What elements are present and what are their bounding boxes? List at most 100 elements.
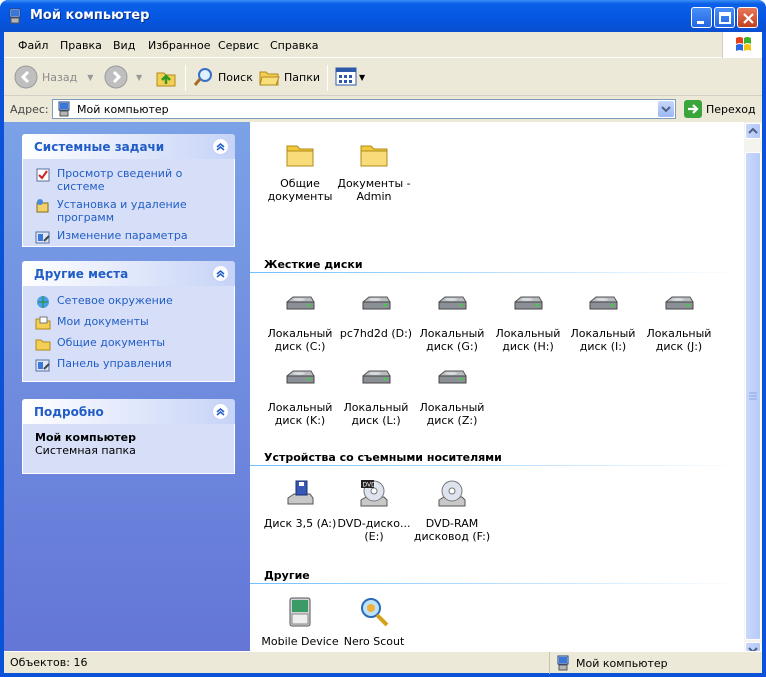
folder-icon (35, 339, 51, 351)
view-system-info-link[interactable]: Просмотр сведений о системе (35, 167, 224, 193)
hard-drive-item[interactable]: Локальный диск (J:) (639, 288, 719, 353)
other-places-header[interactable]: Другие места (22, 261, 235, 286)
hard-drive-item[interactable]: Локальный диск (I:) (563, 288, 643, 353)
system-tasks-panel: Системные задачи Просмотр сведений о сис… (22, 134, 235, 247)
network-places-link[interactable]: Сетевое окружение (35, 294, 224, 310)
search-icon (193, 68, 212, 86)
go-arrow-icon (684, 100, 702, 118)
my-computer-icon (58, 101, 70, 117)
collapse-icon[interactable] (212, 138, 229, 155)
windows-flag-icon (736, 37, 751, 51)
hard-drive-item[interactable]: Локальный диск (C:) (260, 288, 340, 353)
add-remove-programs-link[interactable]: Установка и удаление программ (35, 198, 224, 224)
details-header[interactable]: Подробно (22, 399, 235, 424)
maximize-button[interactable] (714, 7, 735, 28)
item-label: Локальный диск (J:) (646, 327, 712, 353)
control-panel-icon (35, 231, 50, 244)
address-dropdown-button[interactable] (658, 101, 674, 117)
chevron-up-icon (748, 127, 758, 134)
details-description: Системная папка (35, 444, 136, 457)
floppy-drive-item[interactable]: Диск 3,5 (A:) (260, 478, 340, 530)
other-title: Другие (264, 569, 310, 582)
dvd-drive-e-item[interactable]: DVD DVD-диско... (E:) (334, 478, 414, 543)
nero-scout-item[interactable]: Nero Scout (334, 596, 414, 648)
hard-drive-item[interactable]: Локальный диск (H:) (488, 288, 568, 353)
back-button[interactable]: Назад ▼ (14, 64, 93, 90)
address-bar: Адрес: Мой компьютер Переход (4, 97, 762, 121)
shared-documents-link[interactable]: Общие документы (35, 336, 224, 352)
menu-favorites[interactable]: Избранное (148, 39, 210, 52)
admin-documents-item[interactable]: Документы - Admin (334, 138, 414, 203)
menu-edit[interactable]: Правка (60, 39, 102, 52)
menu-tools[interactable]: Сервис (218, 39, 259, 52)
scroll-up-button[interactable] (745, 123, 761, 139)
close-button[interactable] (737, 7, 758, 28)
other-places-panel: Другие места Сетевое окружение Мои докум… (22, 261, 235, 382)
address-input[interactable]: Мой компьютер (52, 99, 676, 119)
up-button[interactable] (154, 64, 178, 90)
back-dropdown-icon[interactable]: ▼ (87, 73, 93, 82)
mobile-device-icon (289, 597, 311, 627)
add-remove-icon (36, 199, 49, 213)
change-setting-link[interactable]: Изменение параметра (35, 229, 224, 245)
hard-drive-item[interactable]: Локальный диск (L:) (336, 362, 416, 427)
collapse-icon[interactable] (212, 265, 229, 282)
folder-icon (286, 145, 314, 167)
control-panel-link[interactable]: Панель управления (35, 357, 224, 373)
hard-drive-item[interactable]: Локальный диск (Z:) (412, 362, 492, 427)
collapse-icon[interactable] (212, 403, 229, 420)
system-tasks-title: Системные задачи (34, 140, 165, 154)
vertical-scrollbar[interactable] (744, 122, 762, 660)
floppy-drive-icon (287, 480, 314, 505)
window-title: Мой компьютер (30, 8, 150, 23)
minimize-button[interactable] (691, 7, 712, 28)
folders-button[interactable]: Папки (258, 64, 320, 90)
hard-drive-item[interactable]: Локальный диск (G:) (412, 288, 492, 353)
hard-drive-item[interactable]: Локальный диск (K:) (260, 362, 340, 427)
system-info-icon (36, 168, 50, 182)
title-bar[interactable]: Мой компьютер (0, 0, 766, 32)
hard-drive-item[interactable]: pc7hd2d (D:) (336, 288, 416, 340)
maximize-icon (719, 12, 731, 24)
views-button[interactable]: ▼ (335, 64, 365, 90)
search-button[interactable]: Поиск (192, 64, 253, 90)
change-setting-label: Изменение параметра (57, 229, 188, 242)
forward-button[interactable]: ▼ (104, 64, 142, 90)
item-label: Локальный диск (Z:) (419, 401, 485, 427)
item-label: Локальный диск (C:) (267, 327, 333, 353)
menu-view[interactable]: Вид (113, 39, 135, 52)
forward-dropdown-icon[interactable]: ▼ (136, 73, 142, 82)
hard-drive-icon (362, 370, 391, 384)
my-documents-link[interactable]: Мои документы (35, 315, 224, 331)
mobile-device-item[interactable]: Mobile Device (260, 596, 340, 648)
forward-arrow-icon (104, 65, 128, 89)
system-tasks-header[interactable]: Системные задачи (22, 134, 235, 159)
go-button[interactable]: Переход (684, 100, 756, 118)
item-label: Общие документы (267, 177, 333, 203)
windows-logo (722, 32, 762, 58)
toolbar: Назад ▼ ▼ Поиск Папки ▼ (4, 59, 762, 96)
views-dropdown-icon[interactable]: ▼ (359, 73, 365, 82)
svg-text:DVD: DVD (363, 482, 377, 489)
view-system-info-label: Просмотр сведений о системе (57, 167, 183, 193)
menu-help[interactable]: Справка (270, 39, 318, 52)
dvd-drive-icon: DVD (360, 480, 388, 507)
item-label: Локальный диск (L:) (343, 401, 409, 427)
item-label: Mobile Device (261, 635, 339, 648)
back-label: Назад (42, 70, 78, 84)
removable-title: Устройства со съемными носителями (264, 451, 502, 464)
hard-drive-icon (438, 370, 467, 384)
dvd-ram-drive-f-item[interactable]: DVD-RAM дисковод (F:) (412, 478, 492, 543)
my-computer-icon (557, 655, 569, 671)
item-label: Локальный диск (K:) (267, 401, 333, 427)
hard-drive-icon (362, 296, 391, 310)
folder-icon (360, 145, 388, 167)
chevron-down-icon (661, 106, 671, 113)
scroll-thumb[interactable] (745, 152, 761, 640)
folders-label: Папки (284, 70, 320, 84)
group-divider (250, 583, 744, 584)
network-icon (37, 296, 49, 308)
menu-file[interactable]: Файл (18, 39, 48, 52)
add-remove-programs-label: Установка и удаление программ (57, 198, 187, 224)
shared-documents-item[interactable]: Общие документы (260, 138, 340, 203)
